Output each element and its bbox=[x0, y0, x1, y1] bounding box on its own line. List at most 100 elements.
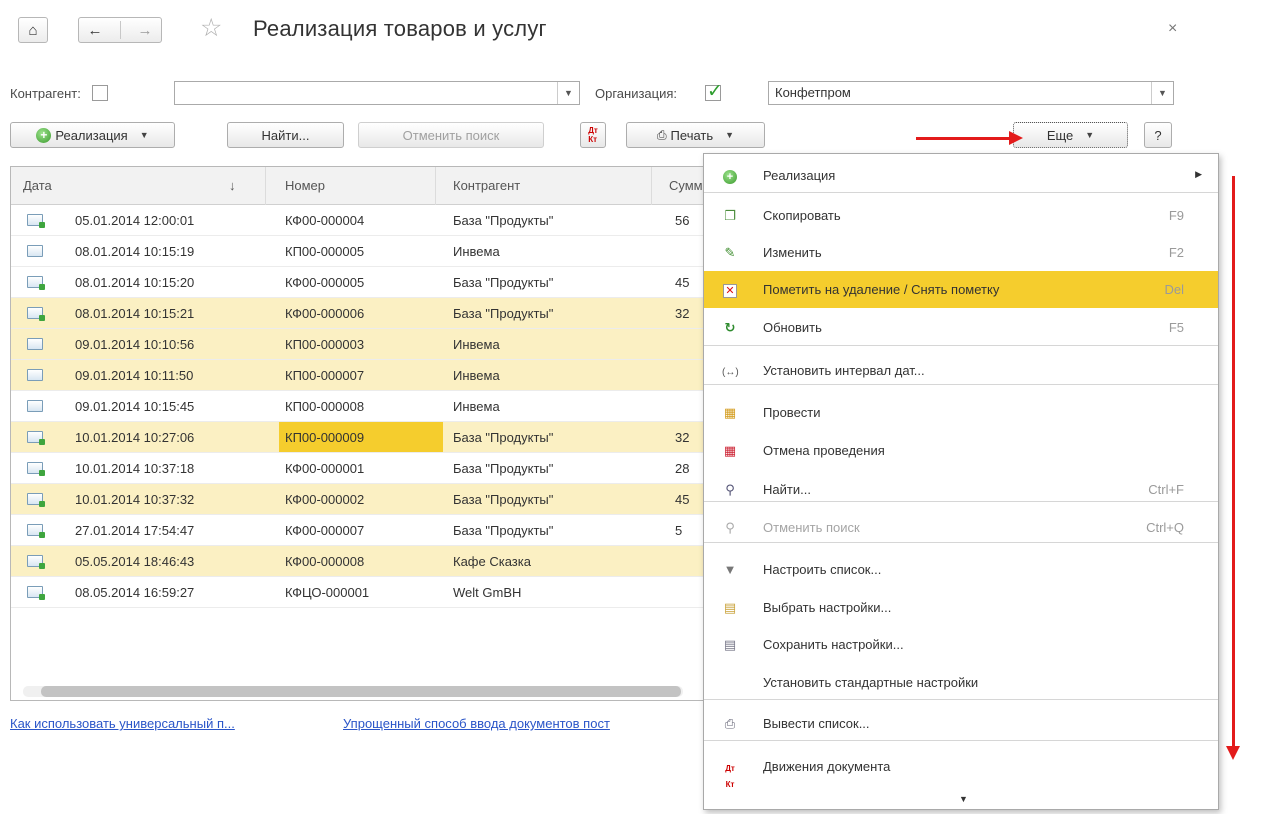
table-row[interactable]: 08.01.2014 10:15:20 КФ00-000005 База "Прод… bbox=[11, 267, 704, 298]
table-row[interactable]: 08.01.2014 10:15:21 КФ00-000006 База "Прод… bbox=[11, 298, 704, 329]
cell-contractor: Инвема bbox=[453, 337, 500, 352]
menu-item[interactable]: ▤ Сохранить настройки... bbox=[704, 626, 1218, 663]
print-button[interactable]: ⎙ Печать ▼ bbox=[626, 122, 765, 148]
menu-item[interactable]: ✕ Пометить на удаление / Снять пометку Del bbox=[704, 271, 1218, 308]
red-arrow-down-icon bbox=[1226, 176, 1240, 760]
help-link-universal[interactable]: Как использовать универсальный п... bbox=[10, 716, 235, 731]
more-button[interactable]: Еще ▼ bbox=[1013, 122, 1128, 148]
create-button[interactable]: + Реализация ▼ bbox=[10, 122, 175, 148]
column-divider[interactable] bbox=[265, 167, 266, 205]
star-icon[interactable]: ☆ bbox=[200, 13, 222, 43]
table-row[interactable]: 10.01.2014 10:37:32 КФ00-000002 База "Прод… bbox=[11, 484, 704, 515]
chevron-down-icon: ▼ bbox=[1085, 130, 1095, 140]
find-button[interactable]: Найти... bbox=[227, 122, 344, 148]
menu-item[interactable]: ▦ Отмена проведения bbox=[704, 432, 1218, 469]
menu-item[interactable]: ⚲ Найти... Ctrl+F bbox=[704, 471, 1218, 508]
chevron-down-icon[interactable]: ▼ bbox=[1151, 82, 1173, 104]
column-divider[interactable] bbox=[435, 167, 436, 205]
cell-date: 10.01.2014 10:27:06 bbox=[75, 430, 195, 445]
posted-document-icon bbox=[27, 555, 45, 569]
table-row[interactable]: 08.05.2014 16:59:27 КФЦО-000001 Welt GmBH bbox=[11, 577, 704, 608]
document-icon bbox=[27, 338, 43, 350]
menu-item-shortcut: F9 bbox=[1168, 208, 1184, 223]
menu-item[interactable]: ⚲ Отменить поиск Ctrl+Q bbox=[704, 509, 1218, 546]
organization-field[interactable]: Конфетпром ▼ bbox=[768, 81, 1174, 105]
sort-descending-icon[interactable]: ↓ bbox=[229, 178, 236, 193]
cell-sum: 56 bbox=[675, 213, 690, 228]
menu-item-label: Установить интервал дат... bbox=[763, 363, 925, 378]
cell-contractor: База "Продукты" bbox=[453, 461, 554, 476]
cell-number: КФ00-000002 bbox=[285, 492, 365, 507]
column-header-sum[interactable]: Сумм bbox=[669, 178, 703, 193]
table-row[interactable]: 05.01.2014 12:00:01 КФ00-000004 База "Прод… bbox=[11, 205, 704, 236]
table-row[interactable]: 09.01.2014 10:11:50 КП00-000007 Инвема bbox=[11, 360, 704, 391]
posted-document-icon bbox=[27, 586, 45, 600]
cancel-search-button[interactable]: Отменить поиск bbox=[358, 122, 544, 148]
menu-item[interactable]: ▦ Провести bbox=[704, 394, 1218, 431]
table-row[interactable]: 10.01.2014 10:27:06 КП00-000009 База "Прод… bbox=[11, 422, 704, 453]
menu-item-label: Найти... bbox=[763, 482, 811, 497]
menu-item[interactable]: Установить стандартные настройки bbox=[704, 664, 1218, 701]
cell-contractor: База "Продукты" bbox=[453, 275, 554, 290]
organization-checkbox[interactable]: ✓ bbox=[705, 81, 723, 102]
menu-item[interactable]: ✎ Изменить F2 bbox=[704, 234, 1218, 271]
horizontal-scrollbar[interactable] bbox=[23, 686, 683, 697]
menu-item[interactable]: (↔) Установить интервал дат... bbox=[704, 352, 1218, 389]
cell-contractor: База "Продукты" bbox=[453, 213, 554, 228]
menu-item[interactable]: ↻ Обновить F5 bbox=[704, 309, 1218, 346]
help-link-simplified[interactable]: Упрощенный способ ввода документов пост bbox=[343, 716, 610, 731]
close-icon[interactable]: × bbox=[1168, 20, 1177, 38]
menu-item-label: Обновить bbox=[763, 320, 822, 335]
column-header-number[interactable]: Номер bbox=[285, 178, 325, 193]
table-row[interactable]: 27.01.2014 17:54:47 КФ00-000007 База "Прод… bbox=[11, 515, 704, 546]
menu-item[interactable]: ⎙ Вывести список... bbox=[704, 705, 1218, 742]
cell-date: 09.01.2014 10:10:56 bbox=[75, 337, 195, 352]
posted-document-icon bbox=[27, 214, 45, 228]
menu-item[interactable]: ▼ Настроить список... bbox=[704, 551, 1218, 588]
dt-kt-button[interactable]: Дт Кт bbox=[580, 122, 606, 148]
cell-contractor: Инвема bbox=[453, 368, 500, 383]
column-divider[interactable] bbox=[651, 167, 652, 205]
posted-document-icon bbox=[27, 276, 45, 290]
cell-number: КП00-000005 bbox=[285, 244, 365, 259]
menu-item[interactable]: ▤ Выбрать настройки... bbox=[704, 589, 1218, 626]
cancel-search-label: Отменить поиск bbox=[402, 127, 500, 143]
menu-item-label: Отмена проведения bbox=[763, 443, 885, 458]
menu-item[interactable]: ❐ Скопировать F9 bbox=[704, 197, 1218, 234]
back-button[interactable]: ← bbox=[88, 22, 103, 39]
menu-item-shortcut: Ctrl+Q bbox=[1146, 520, 1184, 535]
table-row[interactable]: 10.01.2014 10:37:18 КФ00-000001 База "Прод… bbox=[11, 453, 704, 484]
menu-item[interactable]: + Реализация ▶ bbox=[704, 157, 1218, 194]
cell-contractor: Инвема bbox=[453, 244, 500, 259]
cell-date: 09.01.2014 10:15:45 bbox=[75, 399, 195, 414]
scrollbar-thumb[interactable] bbox=[41, 686, 681, 697]
counterparty-field[interactable]: ▼ bbox=[174, 81, 580, 105]
table-header: Дата ↓ Номер Контрагент Сумм bbox=[11, 167, 704, 205]
table-row[interactable]: 05.05.2014 18:46:43 КФ00-000008 Кафе Сказк… bbox=[11, 546, 704, 577]
scroll-down-icon[interactable]: ▼ bbox=[959, 794, 968, 804]
copy-icon: ❐ bbox=[724, 208, 736, 223]
column-header-contractor[interactable]: Контрагент bbox=[453, 178, 520, 193]
column-header-date[interactable]: Дата bbox=[23, 178, 52, 193]
cell-date: 05.01.2014 12:00:01 bbox=[75, 213, 195, 228]
cell-date: 08.01.2014 10:15:19 bbox=[75, 244, 195, 259]
help-button[interactable]: ? bbox=[1144, 122, 1172, 148]
table-row[interactable]: 09.01.2014 10:15:45 КП00-000008 Инвема bbox=[11, 391, 704, 422]
cell-contractor: База "Продукты" bbox=[453, 492, 554, 507]
menu-item[interactable]: Дт Кт Движения документа bbox=[704, 748, 1218, 789]
forward-button[interactable]: → bbox=[138, 22, 153, 39]
chevron-down-icon: ▼ bbox=[139, 130, 149, 140]
menu-item-label: Движения документа bbox=[763, 759, 891, 774]
date-interval-icon: (↔) bbox=[722, 367, 739, 378]
table-row[interactable]: 08.01.2014 10:15:19 КП00-000005 Инвема bbox=[11, 236, 704, 267]
counterparty-checkbox[interactable] bbox=[92, 85, 108, 101]
nav-divider bbox=[119, 21, 121, 39]
chevron-down-icon[interactable]: ▼ bbox=[557, 82, 579, 104]
menu-item-label: Изменить bbox=[763, 245, 822, 260]
cell-contractor: Кафе Сказка bbox=[453, 554, 531, 569]
cell-contractor: Welt GmBH bbox=[453, 585, 522, 600]
table-row[interactable]: 09.01.2014 10:10:56 КП00-000003 Инвема bbox=[11, 329, 704, 360]
dt-kt-icon: Дт Кт bbox=[725, 764, 735, 789]
document-icon bbox=[27, 369, 43, 381]
home-button[interactable]: ⌂ bbox=[18, 17, 48, 43]
